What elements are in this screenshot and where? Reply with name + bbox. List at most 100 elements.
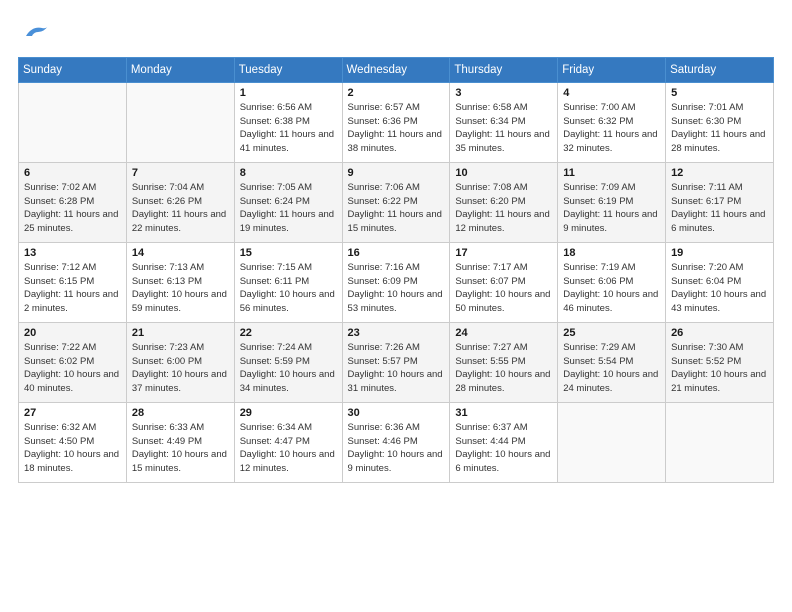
calendar-cell: 25 Sunrise: 7:29 AM Sunset: 5:54 PM Dayli…	[558, 322, 666, 402]
calendar-cell: 31Sunrise: 6:37 AM Sunset: 4:44 PM Dayli…	[450, 402, 558, 482]
day-number: 27	[24, 407, 121, 419]
calendar-week-row: 27 Sunrise: 6:32 AM Sunset: 4:50 PM Dayli…	[19, 402, 774, 482]
calendar-cell: 27 Sunrise: 6:32 AM Sunset: 4:50 PM Dayli…	[19, 402, 127, 482]
calendar-cell: 9 Sunrise: 7:06 AM Sunset: 6:22 PM Daylig…	[342, 162, 450, 242]
day-info: Sunrise: 7:29 AM Sunset: 5:54 PM Dayligh…	[563, 341, 660, 396]
day-number: 18	[563, 247, 660, 259]
calendar-cell: 28 Sunrise: 6:33 AM Sunset: 4:49 PM Dayli…	[126, 402, 234, 482]
calendar-cell: 16 Sunrise: 7:16 AM Sunset: 6:09 PM Dayli…	[342, 242, 450, 322]
day-info: Sunrise: 7:02 AM Sunset: 6:28 PM Dayligh…	[24, 181, 121, 236]
calendar-header-wednesday: Wednesday	[342, 57, 450, 82]
calendar-cell	[558, 402, 666, 482]
calendar-cell: 5 Sunrise: 7:01 AM Sunset: 6:30 PM Daylig…	[666, 82, 774, 162]
calendar-header-row: SundayMondayTuesdayWednesdayThursdayFrid…	[19, 57, 774, 82]
day-info: Sunrise: 7:19 AM Sunset: 6:06 PM Dayligh…	[563, 261, 660, 316]
calendar-header-thursday: Thursday	[450, 57, 558, 82]
day-info: Sunrise: 7:27 AM Sunset: 5:55 PM Dayligh…	[455, 341, 552, 396]
day-info: Sunrise: 7:26 AM Sunset: 5:57 PM Dayligh…	[348, 341, 445, 396]
logo-text	[18, 18, 50, 51]
day-number: 17	[455, 247, 552, 259]
calendar-week-row: 13Sunrise: 7:12 AM Sunset: 6:15 PM Dayli…	[19, 242, 774, 322]
calendar-cell: 30 Sunrise: 6:36 AM Sunset: 4:46 PM Dayli…	[342, 402, 450, 482]
day-number: 26	[671, 327, 768, 339]
day-info: Sunrise: 6:34 AM Sunset: 4:47 PM Dayligh…	[240, 421, 337, 476]
calendar-cell: 19Sunrise: 7:20 AM Sunset: 6:04 PM Dayli…	[666, 242, 774, 322]
day-number: 6	[24, 167, 121, 179]
calendar-header-friday: Friday	[558, 57, 666, 82]
day-info: Sunrise: 7:11 AM Sunset: 6:17 PM Dayligh…	[671, 181, 768, 236]
calendar-cell: 29 Sunrise: 6:34 AM Sunset: 4:47 PM Dayli…	[234, 402, 342, 482]
day-number: 9	[348, 167, 445, 179]
day-info: Sunrise: 7:24 AM Sunset: 5:59 PM Dayligh…	[240, 341, 337, 396]
day-info: Sunrise: 7:30 AM Sunset: 5:52 PM Dayligh…	[671, 341, 768, 396]
day-info: Sunrise: 6:58 AM Sunset: 6:34 PM Dayligh…	[455, 101, 552, 156]
day-number: 7	[132, 167, 229, 179]
day-number: 1	[240, 87, 337, 99]
calendar-cell: 13Sunrise: 7:12 AM Sunset: 6:15 PM Dayli…	[19, 242, 127, 322]
calendar-cell: 14 Sunrise: 7:13 AM Sunset: 6:13 PM Dayli…	[126, 242, 234, 322]
calendar-cell: 11Sunrise: 7:09 AM Sunset: 6:19 PM Dayli…	[558, 162, 666, 242]
day-info: Sunrise: 7:22 AM Sunset: 6:02 PM Dayligh…	[24, 341, 121, 396]
day-number: 21	[132, 327, 229, 339]
calendar-week-row: 6 Sunrise: 7:02 AM Sunset: 6:28 PM Daylig…	[19, 162, 774, 242]
calendar-cell: 6 Sunrise: 7:02 AM Sunset: 6:28 PM Daylig…	[19, 162, 127, 242]
day-info: Sunrise: 7:23 AM Sunset: 6:00 PM Dayligh…	[132, 341, 229, 396]
day-number: 30	[348, 407, 445, 419]
day-number: 13	[24, 247, 121, 259]
day-number: 19	[671, 247, 768, 259]
calendar-cell: 4 Sunrise: 7:00 AM Sunset: 6:32 PM Daylig…	[558, 82, 666, 162]
day-info: Sunrise: 7:13 AM Sunset: 6:13 PM Dayligh…	[132, 261, 229, 316]
day-number: 23	[348, 327, 445, 339]
calendar: SundayMondayTuesdayWednesdayThursdayFrid…	[18, 57, 774, 483]
calendar-header-tuesday: Tuesday	[234, 57, 342, 82]
day-number: 16	[348, 247, 445, 259]
calendar-cell: 15Sunrise: 7:15 AM Sunset: 6:11 PM Dayli…	[234, 242, 342, 322]
day-info: Sunrise: 7:09 AM Sunset: 6:19 PM Dayligh…	[563, 181, 660, 236]
calendar-week-row: 1 Sunrise: 6:56 AM Sunset: 6:38 PM Daylig…	[19, 82, 774, 162]
day-number: 4	[563, 87, 660, 99]
day-number: 28	[132, 407, 229, 419]
day-info: Sunrise: 6:32 AM Sunset: 4:50 PM Dayligh…	[24, 421, 121, 476]
day-info: Sunrise: 7:15 AM Sunset: 6:11 PM Dayligh…	[240, 261, 337, 316]
day-number: 2	[348, 87, 445, 99]
calendar-cell: 8Sunrise: 7:05 AM Sunset: 6:24 PM Daylig…	[234, 162, 342, 242]
calendar-cell: 23 Sunrise: 7:26 AM Sunset: 5:57 PM Dayli…	[342, 322, 450, 402]
day-info: Sunrise: 6:37 AM Sunset: 4:44 PM Dayligh…	[455, 421, 552, 476]
day-number: 25	[563, 327, 660, 339]
day-number: 22	[240, 327, 337, 339]
day-number: 5	[671, 87, 768, 99]
day-number: 24	[455, 327, 552, 339]
day-info: Sunrise: 7:16 AM Sunset: 6:09 PM Dayligh…	[348, 261, 445, 316]
calendar-cell: 2 Sunrise: 6:57 AM Sunset: 6:36 PM Daylig…	[342, 82, 450, 162]
day-info: Sunrise: 6:57 AM Sunset: 6:36 PM Dayligh…	[348, 101, 445, 156]
calendar-cell: 17 Sunrise: 7:17 AM Sunset: 6:07 PM Dayli…	[450, 242, 558, 322]
day-number: 12	[671, 167, 768, 179]
day-number: 29	[240, 407, 337, 419]
page: SundayMondayTuesdayWednesdayThursdayFrid…	[0, 0, 792, 612]
day-info: Sunrise: 7:00 AM Sunset: 6:32 PM Dayligh…	[563, 101, 660, 156]
day-info: Sunrise: 6:56 AM Sunset: 6:38 PM Dayligh…	[240, 101, 337, 156]
calendar-cell: 1 Sunrise: 6:56 AM Sunset: 6:38 PM Daylig…	[234, 82, 342, 162]
calendar-header-monday: Monday	[126, 57, 234, 82]
day-number: 14	[132, 247, 229, 259]
day-info: Sunrise: 6:36 AM Sunset: 4:46 PM Dayligh…	[348, 421, 445, 476]
day-info: Sunrise: 7:06 AM Sunset: 6:22 PM Dayligh…	[348, 181, 445, 236]
day-info: Sunrise: 7:17 AM Sunset: 6:07 PM Dayligh…	[455, 261, 552, 316]
calendar-cell	[126, 82, 234, 162]
calendar-header-sunday: Sunday	[19, 57, 127, 82]
calendar-cell: 24 Sunrise: 7:27 AM Sunset: 5:55 PM Dayli…	[450, 322, 558, 402]
day-number: 10	[455, 167, 552, 179]
day-info: Sunrise: 7:08 AM Sunset: 6:20 PM Dayligh…	[455, 181, 552, 236]
logo	[18, 18, 50, 47]
logo-bird-icon	[22, 18, 50, 46]
header	[18, 18, 774, 47]
day-info: Sunrise: 7:04 AM Sunset: 6:26 PM Dayligh…	[132, 181, 229, 236]
day-info: Sunrise: 7:01 AM Sunset: 6:30 PM Dayligh…	[671, 101, 768, 156]
day-info: Sunrise: 7:05 AM Sunset: 6:24 PM Dayligh…	[240, 181, 337, 236]
calendar-cell: 3Sunrise: 6:58 AM Sunset: 6:34 PM Daylig…	[450, 82, 558, 162]
calendar-cell: 10 Sunrise: 7:08 AM Sunset: 6:20 PM Dayli…	[450, 162, 558, 242]
calendar-cell	[19, 82, 127, 162]
day-info: Sunrise: 6:33 AM Sunset: 4:49 PM Dayligh…	[132, 421, 229, 476]
calendar-cell: 22 Sunrise: 7:24 AM Sunset: 5:59 PM Dayli…	[234, 322, 342, 402]
calendar-cell: 21 Sunrise: 7:23 AM Sunset: 6:00 PM Dayli…	[126, 322, 234, 402]
